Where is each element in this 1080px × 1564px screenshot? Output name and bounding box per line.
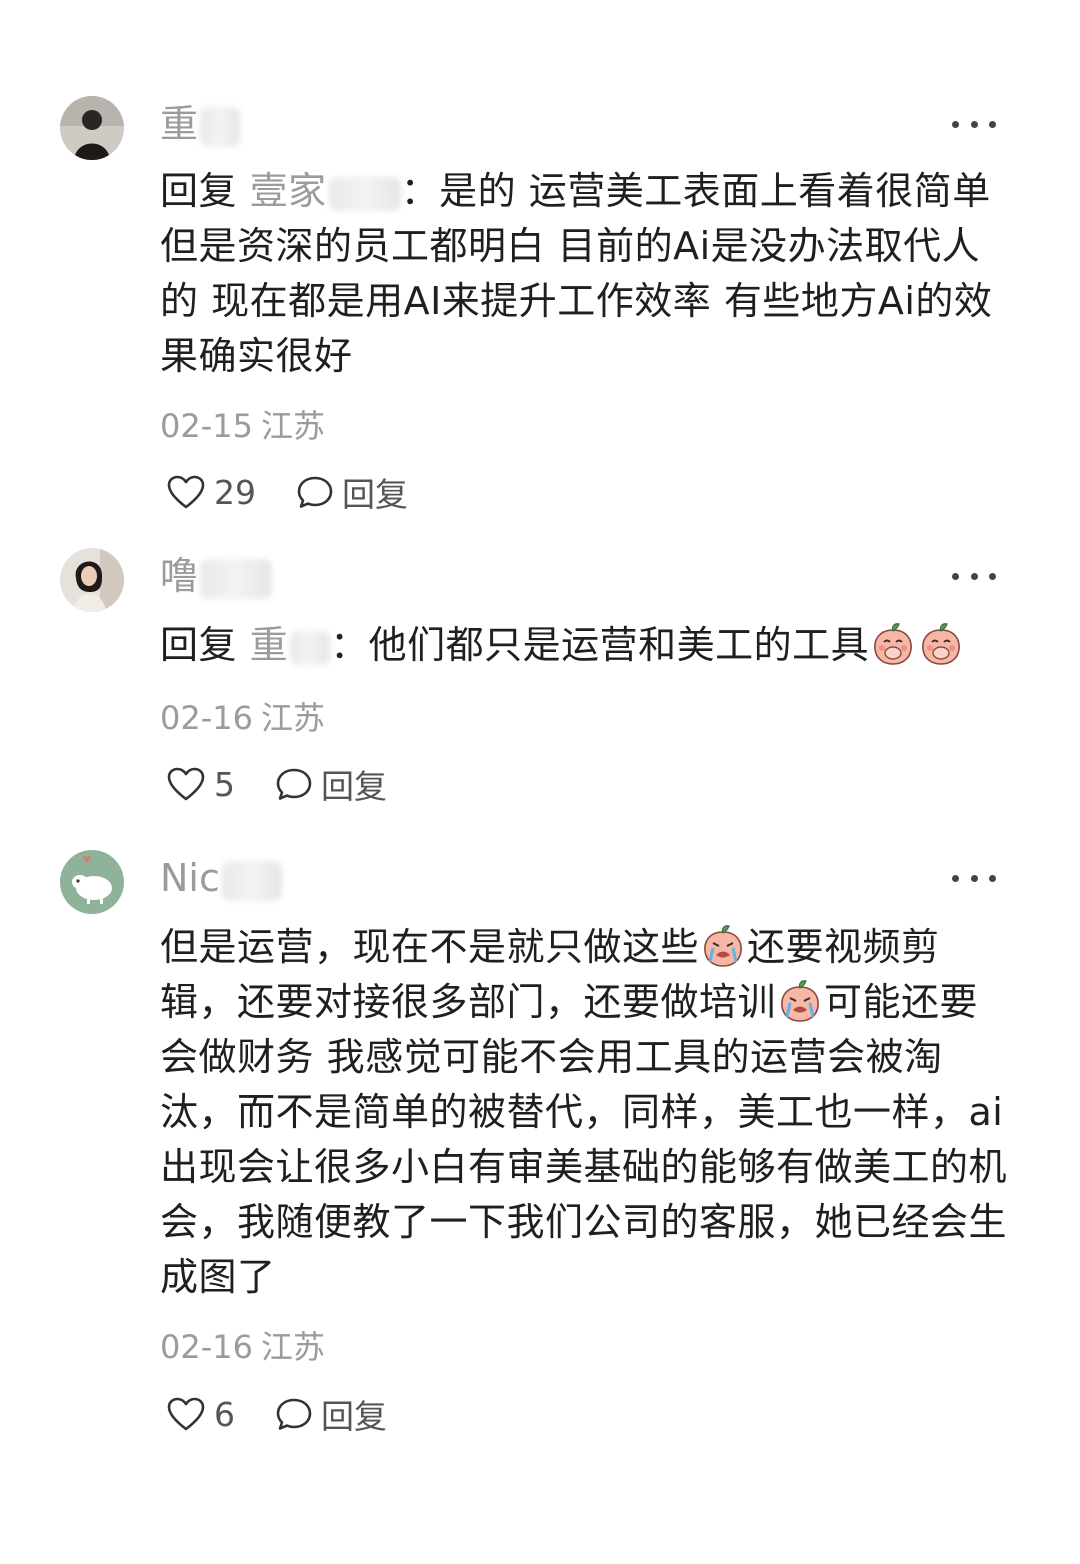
comment-text: 可能还要会做财务 我感觉可能不会用工具的运营会被淘汰，而不是简单的被替代，同样，… — [160, 980, 1008, 1299]
comment-actions: 6 回复 — [166, 1392, 427, 1436]
comment-feed: 重 回复 壹家 ：是的 运营美工表面上看着很简单但是资深的员工都明白 目前的Ai是… — [0, 0, 1080, 1564]
like-count: 29 — [214, 472, 256, 512]
like-count: 6 — [214, 1394, 235, 1434]
like-button[interactable]: 6 — [166, 1395, 235, 1434]
reply-button[interactable]: 回复 — [296, 468, 408, 516]
separator: ： — [400, 169, 440, 213]
comment-meta: 02-16 江苏 — [160, 698, 325, 738]
redacted-name — [328, 176, 401, 211]
peach-crying-emoji — [701, 924, 745, 968]
avatar[interactable] — [60, 548, 124, 612]
reply-target-text: 重 — [249, 623, 289, 667]
comment-bubble-icon — [276, 768, 312, 800]
username[interactable]: 噜 — [160, 552, 273, 600]
reply-label: 回复 — [321, 767, 387, 806]
redacted-name — [200, 106, 241, 147]
comment-text: 但是运营，现在不是就只做这些 — [160, 925, 700, 969]
username-text: 噜 — [160, 554, 199, 598]
comment-location: 江苏 — [260, 1328, 325, 1366]
comment-location: 江苏 — [260, 699, 325, 737]
like-count: 5 — [214, 764, 235, 804]
comment-actions: 29 回复 — [166, 470, 448, 514]
comment-meta: 02-15 江苏 — [160, 406, 325, 446]
peach-cover-mouth-emoji — [919, 622, 963, 666]
peach-crying-emoji — [778, 979, 822, 1023]
person-avatar-icon — [60, 96, 124, 160]
username[interactable]: 重 — [160, 100, 241, 148]
comment-body: 回复 壹家 ：是的 运营美工表面上看着很简单但是资深的员工都明白 目前的Ai是没办… — [160, 164, 1010, 384]
username[interactable]: Nic — [160, 854, 282, 902]
comment-text: 他们都只是运营和美工的工具 — [368, 623, 870, 667]
redacted-name — [221, 860, 282, 901]
reply-label: 回复 — [342, 475, 408, 514]
more-dots-icon[interactable] — [952, 570, 996, 582]
comment-date: 02-16 — [160, 699, 253, 737]
person-avatar-icon — [60, 548, 124, 612]
comment-meta: 02-16 江苏 — [160, 1327, 325, 1367]
reply-prefix: 回复 — [160, 623, 238, 667]
heart-icon — [167, 767, 205, 801]
comment-bubble-icon — [276, 1398, 312, 1430]
comment-location: 江苏 — [260, 407, 325, 445]
reply-target-text: 壹家 — [249, 169, 327, 213]
avatar[interactable] — [60, 850, 124, 914]
heart-icon — [167, 1397, 205, 1431]
redacted-name — [200, 558, 273, 599]
peach-cover-mouth-emoji — [871, 622, 915, 666]
comment-body: 回复 重 ：他们都只是运营和美工的工具 — [160, 618, 1010, 673]
comment-actions: 5 回复 — [166, 762, 427, 806]
reply-target[interactable]: 重 — [250, 623, 331, 667]
like-button[interactable]: 29 — [166, 473, 256, 512]
comment-date: 02-15 — [160, 407, 253, 445]
reply-prefix: 回复 — [160, 169, 238, 213]
comment-date: 02-16 — [160, 1328, 253, 1366]
username-text: Nic — [160, 856, 220, 900]
avatar[interactable] — [60, 96, 124, 160]
more-dots-icon[interactable] — [952, 872, 996, 884]
cartoon-avatar-icon — [60, 850, 124, 914]
heart-icon — [167, 475, 205, 509]
redacted-name — [290, 630, 331, 665]
comment-bubble-icon — [297, 476, 333, 508]
reply-target[interactable]: 壹家 — [250, 169, 401, 213]
comment-body: 但是运营，现在不是就只做这些 还要视频剪辑，还要对接很多部门，还要做培训 可能还… — [160, 920, 1010, 1305]
reply-label: 回复 — [321, 1397, 387, 1436]
reply-button[interactable]: 回复 — [275, 1390, 387, 1438]
username-text: 重 — [160, 102, 199, 146]
more-dots-icon[interactable] — [952, 118, 996, 130]
reply-button[interactable]: 回复 — [275, 760, 387, 808]
like-button[interactable]: 5 — [166, 765, 235, 804]
separator: ： — [330, 623, 369, 667]
